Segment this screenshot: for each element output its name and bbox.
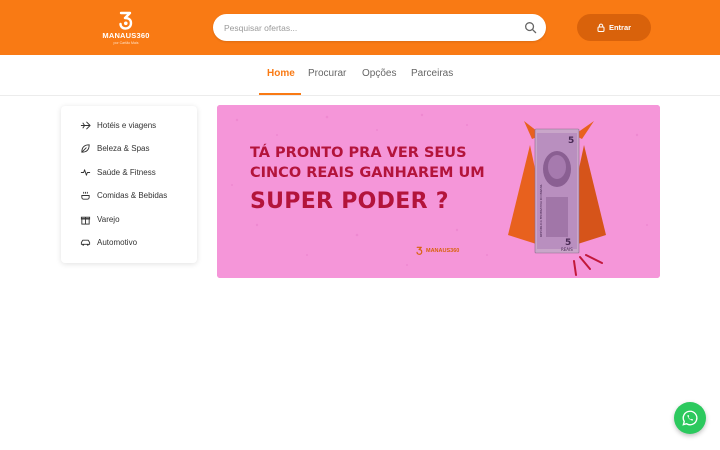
category-label: Saúde & Fitness [97,167,156,177]
lock-icon [597,23,605,32]
banner-headline-line3: SUPER PODER ? [250,189,449,214]
promo-banner[interactable]: TÁ PRONTO PRA VER SEUS CINCO REAIS GANHA… [217,105,660,278]
category-health[interactable]: Saúde & Fitness [80,165,156,179]
site-logo[interactable]: MANAUS360 por Cartão Mais [100,10,152,46]
banknote-illustration: 5 5 REAIS REPÚBLICA FEDERATIVA DO BRASIL [502,117,612,277]
heartbeat-icon [80,167,91,178]
category-label: Automotivo [97,237,138,247]
nav-active-indicator [259,93,301,95]
category-beauty[interactable]: Beleza & Spas [80,141,149,155]
search-bar [213,14,546,41]
top-header: MANAUS360 por Cartão Mais Entrar [0,0,720,55]
search-icon[interactable] [524,21,537,34]
nav-procurar[interactable]: Procurar [308,68,346,79]
logo-text: MANAUS360 [102,31,150,40]
category-label: Comidas & Bebidas [97,190,168,200]
category-label: Hotéis e viagens [97,120,157,130]
logo-mark-icon [416,246,423,255]
banner-headline-line1: TÁ PRONTO PRA VER SEUS [250,145,467,161]
category-food[interactable]: Comidas & Bebidas [80,188,167,202]
login-label: Entrar [608,23,632,32]
nav-parceiras[interactable]: Parceiras [411,68,453,79]
bill-value-top: 5 [568,136,574,146]
banner-logo-text: MANAUS360 [426,247,460,254]
search-input[interactable] [224,14,519,41]
gift-icon [80,214,91,225]
logo-mark-icon [119,11,133,30]
nav-opcoes[interactable]: Opções [362,68,396,79]
plane-icon [80,120,91,131]
banner-headline-line2: CINCO REAIS GANHAREM UM [250,165,485,181]
category-label: Beleza & Spas [97,143,150,153]
login-button[interactable]: Entrar [577,14,651,41]
category-retail[interactable]: Varejo [80,212,120,226]
whatsapp-button[interactable] [674,402,706,434]
category-label: Varejo [97,214,120,224]
category-automotive[interactable]: Automotivo [80,235,137,249]
leaf-icon [80,143,91,154]
car-icon [80,237,91,248]
bill-label: REAIS [561,247,573,252]
category-sidebar: Hotéis e viagens Beleza & Spas Saúde & F… [61,106,197,263]
bill-country: REPÚBLICA FEDERATIVA DO BRASIL [538,184,543,237]
nav-home[interactable]: Home [267,68,295,79]
whatsapp-icon [682,410,698,426]
logo-subtext: por Cartão Mais [113,41,139,45]
category-hotels[interactable]: Hotéis e viagens [80,118,156,132]
banner-logo: MANAUS360 [415,246,459,255]
main-nav: Home Procurar Opções Parceiras [0,55,720,96]
food-icon [80,190,91,201]
